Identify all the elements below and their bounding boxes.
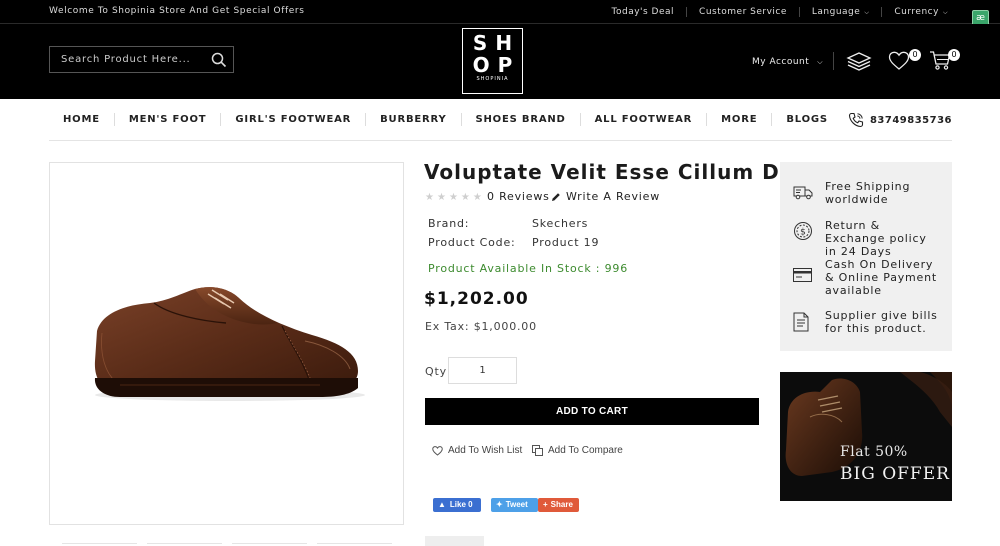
star-icon: ★ xyxy=(460,192,470,203)
cart-count-badge: 0 xyxy=(948,49,960,61)
product-image[interactable] xyxy=(49,162,404,525)
header-divider xyxy=(833,52,834,70)
search-icon[interactable] xyxy=(211,52,227,68)
logo-line-2: OP xyxy=(472,53,521,77)
nav-item-shoes-brand[interactable]: SHOES BRAND xyxy=(460,113,580,126)
welcome-text: Welcome To Shopinia Store And Get Specia… xyxy=(49,6,305,16)
write-review-label: Write A Review xyxy=(566,190,661,203)
todays-deal-link[interactable]: Today's Deal xyxy=(600,7,687,17)
search-input[interactable] xyxy=(50,47,200,72)
wishlist-heart-icon[interactable] xyxy=(888,51,910,71)
chevron-down-icon: ⌵ xyxy=(817,58,824,66)
info-text: Cash On Delivery & Online Payment availa… xyxy=(825,258,938,297)
like-label: Like 0 xyxy=(449,500,473,509)
stock-status: Product Available In Stock : 996 xyxy=(428,262,628,275)
top-bar: Welcome To Shopinia Store And Get Specia… xyxy=(0,0,1000,27)
document-icon xyxy=(793,312,809,332)
info-text: Supplier give bills for this product. xyxy=(825,309,938,335)
product-code-value: Product 19 xyxy=(532,236,600,249)
svg-text:$: $ xyxy=(800,228,806,238)
search-box xyxy=(49,46,234,73)
star-icon: ★ xyxy=(472,192,482,203)
top-links: Today's Deal Customer Service Language ⌵ … xyxy=(600,0,961,24)
thumbs-up-icon: ▲ xyxy=(438,500,446,509)
nav-item-blogs[interactable]: BLOGS xyxy=(771,113,842,126)
compare-icon xyxy=(532,445,543,456)
info-panel: Free Shipping worldwide $ Return & Excha… xyxy=(780,162,952,351)
money-return-icon: $ xyxy=(794,222,812,240)
facebook-like-button[interactable]: ▲ Like 0 xyxy=(433,498,481,512)
product-price: $1,202.00 xyxy=(424,289,529,309)
customer-service-link[interactable]: Customer Service xyxy=(686,7,799,17)
currency-dropdown[interactable]: Currency ⌵ xyxy=(881,7,960,17)
chevron-down-icon: ⌵ xyxy=(864,9,870,16)
ex-tax-price: Ex Tax: $1,000.00 xyxy=(425,320,537,333)
brand-value[interactable]: Skechers xyxy=(532,217,588,230)
phone-contact[interactable]: 83749835736 xyxy=(848,112,952,128)
nav-item-home[interactable]: HOME xyxy=(49,113,114,126)
share-label: Share xyxy=(550,500,573,509)
banner-discount-text: Flat 50% xyxy=(840,444,908,460)
reviews-link[interactable]: 0 Reviews xyxy=(487,190,550,203)
twitter-icon: ✦ xyxy=(496,500,503,509)
quantity-input[interactable] xyxy=(448,357,517,384)
credit-card-icon xyxy=(793,268,812,282)
star-icon: ★ xyxy=(448,192,458,203)
info-text: Return & Exchange policy in 24 Days xyxy=(825,219,927,258)
shoe-image xyxy=(94,287,365,401)
phone-number: 83749835736 xyxy=(869,114,952,126)
share-icon: + xyxy=(543,500,548,509)
stock-label: Product Available In Stock : xyxy=(428,262,601,275)
add-to-compare-label: Add To Compare xyxy=(548,445,623,456)
my-account-label: My Account xyxy=(752,57,810,67)
chevron-down-icon: ⌵ xyxy=(942,9,948,16)
add-to-wishlist-label: Add To Wish List xyxy=(448,445,523,456)
language-label: Language xyxy=(811,7,861,17)
share-button[interactable]: + Share xyxy=(538,498,579,512)
nav-item-girls-footwear[interactable]: GIRL'S FOOTWEAR xyxy=(220,113,365,126)
info-text: Free Shipping worldwide xyxy=(825,180,911,206)
language-dropdown[interactable]: Language ⌵ xyxy=(798,7,881,17)
star-rating: ★ ★ ★ ★ ★ xyxy=(425,192,482,203)
header: SH OP SHOPINIA My Account ⌵ 0 0 xyxy=(0,24,1000,99)
main-nav: HOME MEN'S FOOT GIRL'S FOOTWEAR BURBERRY… xyxy=(49,99,952,141)
currency-label: Currency xyxy=(894,7,939,17)
brand-label: Brand: xyxy=(428,217,470,230)
nav-item-mens-foot[interactable]: MEN'S FOOT xyxy=(113,113,221,126)
stock-count: 996 xyxy=(604,262,629,275)
nav-item-burberry[interactable]: BURBERRY xyxy=(365,113,460,126)
add-to-compare-link[interactable]: Add To Compare xyxy=(532,445,623,456)
star-icon: ★ xyxy=(436,192,446,203)
star-icon: ★ xyxy=(425,192,434,203)
tweet-button[interactable]: ✦ Tweet xyxy=(491,498,538,512)
add-to-wishlist-link[interactable]: Add To Wish List xyxy=(432,445,522,456)
phone-icon xyxy=(848,112,864,128)
pencil-icon xyxy=(552,192,560,201)
qty-label: Qty xyxy=(425,365,447,378)
layers-icon[interactable] xyxy=(846,51,872,71)
nav-item-all-footwear[interactable]: ALL FOOTWEAR xyxy=(579,113,707,126)
my-account-dropdown[interactable]: My Account ⌵ xyxy=(752,57,823,67)
site-logo[interactable]: SH OP SHOPINIA xyxy=(462,28,523,94)
product-code-label: Product Code: xyxy=(428,236,516,249)
wishlist-count-badge: 0 xyxy=(909,49,921,61)
tab-active[interactable] xyxy=(425,536,484,546)
tweet-label: Tweet xyxy=(505,500,528,509)
banner-offer-text: BIG OFFER xyxy=(840,464,950,484)
promo-banner[interactable]: Flat 50% BIG OFFER xyxy=(780,372,952,501)
nav-item-more[interactable]: MORE xyxy=(706,113,771,126)
add-to-cart-button[interactable]: ADD TO CART xyxy=(425,398,759,425)
truck-icon xyxy=(793,186,813,200)
logo-line-1: SH xyxy=(472,31,521,55)
heart-icon xyxy=(432,445,443,456)
write-review-link[interactable]: Write A Review xyxy=(551,190,660,203)
